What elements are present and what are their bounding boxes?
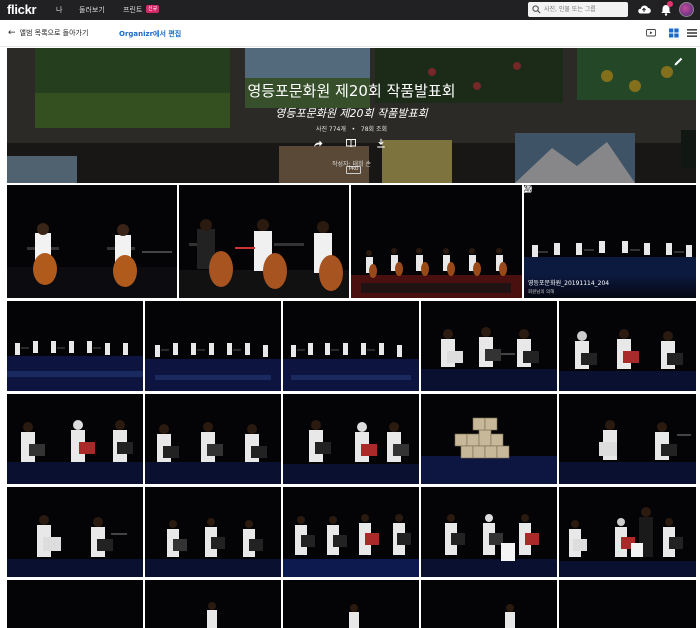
pro-badge: PRO — [346, 166, 362, 174]
photo-tile-18[interactable] — [421, 487, 557, 577]
photo-tile-21[interactable] — [145, 580, 281, 628]
back-label: 앨범 목록으로 돌아가기 — [19, 29, 89, 37]
new-badge: 신규 — [146, 5, 160, 13]
view-count: 78회 조회 — [360, 126, 388, 133]
photo-tile-24[interactable] — [559, 580, 696, 628]
book-icon[interactable] — [346, 138, 356, 148]
photo-tile-4[interactable]: 영등포문화원_20191114_204 회원님의 의해 — [524, 185, 696, 298]
share-icon[interactable] — [313, 138, 323, 148]
photo-tile-7[interactable] — [283, 301, 419, 391]
photo-tile-15[interactable] — [7, 487, 143, 577]
photo-tile-1[interactable] — [7, 185, 177, 298]
slideshow-icon[interactable] — [646, 28, 656, 38]
back-to-albums-link[interactable]: ← 앨범 목록으로 돌아가기 — [8, 28, 88, 38]
top-nav: flickr 나 둘러보기 프린트 신규 — [0, 0, 700, 20]
search-input[interactable] — [544, 4, 624, 15]
photo-tile-8[interactable] — [421, 301, 557, 391]
avatar[interactable] — [679, 2, 694, 17]
nav-explore[interactable]: 둘러보기 — [79, 5, 105, 15]
search-icon[interactable] — [532, 5, 541, 14]
pencil-icon[interactable] — [673, 56, 684, 67]
photo-tile-17[interactable] — [283, 487, 419, 577]
photo-tile-2[interactable] — [179, 185, 349, 298]
nav-you[interactable]: 나 — [56, 5, 62, 15]
add-to-album-icon[interactable] — [524, 185, 532, 193]
stats-separator: • — [351, 126, 356, 133]
arrow-left-icon: ← — [8, 28, 16, 38]
download-icon[interactable] — [376, 138, 386, 148]
photo-tile-19[interactable] — [559, 487, 696, 577]
edit-in-organizr-link[interactable]: Organizr에서 편집 — [119, 29, 181, 39]
photo-tile-22[interactable] — [283, 580, 419, 628]
photo-tile-9[interactable] — [559, 301, 696, 391]
photo-grid: 영등포문화원_20191114_204 회원님의 의해 — [7, 185, 696, 628]
nav-prints[interactable]: 프린트 — [123, 5, 142, 15]
photo-tile-3[interactable] — [351, 185, 522, 298]
album-cover: 영등포문화원 제20회 작품발표회 영등포문화원 제20회 작품발표회 사진 7… — [7, 48, 696, 183]
photo-tile-23[interactable] — [421, 580, 557, 628]
hovered-photo-author: 회원님의 의해 — [528, 290, 555, 295]
search-box[interactable] — [528, 2, 628, 17]
photo-tile-11[interactable] — [145, 394, 281, 484]
notification-dot — [667, 1, 673, 7]
hovered-photo-title[interactable]: 영등포문화원_20191114_204 — [528, 278, 609, 287]
photo-tile-14[interactable] — [559, 394, 696, 484]
album-description: 영등포문화원 제20회 작품발표회 — [275, 107, 428, 120]
photo-tile-16[interactable] — [145, 487, 281, 577]
photo-tile-12[interactable] — [283, 394, 419, 484]
photo-tile-13[interactable] — [421, 394, 557, 484]
album-stats: 사진 774개 • 78회 조회 — [7, 124, 696, 133]
photo-tile-10[interactable] — [7, 394, 143, 484]
list-view-icon[interactable] — [687, 28, 697, 38]
photo-tile-5[interactable] — [7, 301, 143, 391]
album-title: 영등포문화원 제20회 작품발표회 — [247, 82, 456, 100]
sub-nav: ← 앨범 목록으로 돌아가기 Organizr에서 편집 — [0, 20, 700, 47]
photo-tile-6[interactable] — [145, 301, 281, 391]
photo-tile-20[interactable] — [7, 580, 143, 628]
upload-icon[interactable] — [637, 3, 651, 17]
flickr-logo[interactable]: flickr — [7, 2, 37, 17]
grid-view-icon[interactable] — [669, 28, 679, 38]
photo-count: 사진 774개 — [315, 126, 346, 133]
